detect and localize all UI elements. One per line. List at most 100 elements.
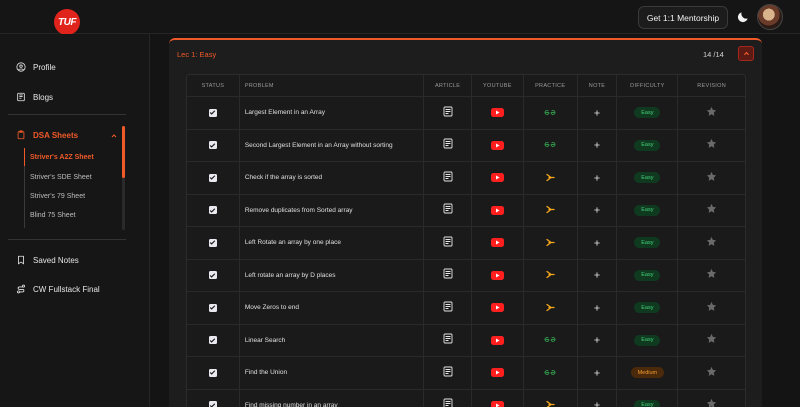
status-checkbox[interactable]	[208, 303, 217, 312]
codestudio-icon[interactable]	[543, 201, 557, 219]
sidebar-item-79-sheet[interactable]: Striver's 79 Sheet	[30, 193, 85, 200]
gfg-icon[interactable]	[543, 364, 557, 382]
add-note-icon[interactable]	[593, 396, 601, 407]
problem-name[interactable]: Move Zeros to end	[245, 304, 299, 311]
star-icon[interactable]	[706, 104, 717, 122]
article-icon[interactable]	[443, 396, 453, 407]
header-note: NOTE	[578, 75, 618, 96]
codestudio-icon[interactable]	[543, 396, 557, 407]
problem-name[interactable]: Linear Search	[245, 337, 285, 344]
star-icon[interactable]	[706, 169, 717, 187]
sidebar-item-blogs[interactable]: Blogs	[16, 92, 53, 102]
practice-cell	[524, 129, 578, 161]
article-icon[interactable]	[443, 169, 453, 187]
youtube-icon[interactable]	[490, 303, 504, 313]
sidebar-item-profile[interactable]: Profile	[16, 62, 56, 72]
article-cell	[424, 227, 472, 259]
codestudio-icon[interactable]	[543, 266, 557, 284]
status-checkbox[interactable]	[208, 173, 217, 182]
add-note-icon[interactable]	[593, 299, 601, 317]
sidebar-item-a2z-sheet[interactable]: Striver's A2Z Sheet	[30, 154, 94, 161]
practice-cell	[524, 259, 578, 291]
article-icon[interactable]	[443, 331, 453, 349]
add-note-icon[interactable]	[593, 136, 601, 154]
mentorship-button[interactable]: Get 1:1 Mentorship	[638, 6, 728, 29]
youtube-icon[interactable]	[490, 368, 504, 378]
youtube-icon[interactable]	[490, 205, 504, 215]
status-checkbox[interactable]	[208, 368, 217, 377]
star-icon[interactable]	[706, 234, 717, 252]
sidebar-item-blind-75-sheet[interactable]: Blind 75 Sheet	[30, 212, 76, 219]
problem-cell: Left Rotate an array by one place	[240, 227, 425, 259]
status-checkbox[interactable]	[208, 108, 217, 117]
article-icon[interactable]	[443, 136, 453, 154]
add-note-icon[interactable]	[593, 364, 601, 382]
chevron-up-icon[interactable]	[110, 132, 118, 140]
article-icon[interactable]	[443, 299, 453, 317]
difficulty-badge: Easy	[634, 204, 661, 216]
codestudio-icon[interactable]	[543, 234, 557, 252]
table-row: Find the Union Medium	[187, 357, 745, 390]
article-cell	[424, 259, 472, 291]
add-note-icon[interactable]	[593, 169, 601, 187]
status-checkbox[interactable]	[208, 141, 217, 150]
status-checkbox[interactable]	[208, 238, 217, 247]
article-icon[interactable]	[443, 234, 453, 252]
article-icon[interactable]	[443, 104, 453, 122]
status-checkbox[interactable]	[208, 271, 217, 280]
problem-name[interactable]: Second Largest Element in an Array witho…	[245, 142, 393, 149]
status-cell	[187, 292, 240, 324]
status-checkbox[interactable]	[208, 401, 217, 407]
problem-name[interactable]: Largest Element in an Array	[245, 109, 325, 116]
star-icon[interactable]	[706, 201, 717, 219]
problem-name[interactable]: Remove duplicates from Sorted array	[245, 207, 353, 214]
star-icon[interactable]	[706, 364, 717, 382]
problem-cell: Find missing number in an array	[240, 389, 425, 407]
youtube-icon[interactable]	[490, 173, 504, 183]
sidebar-item-sde-sheet[interactable]: Striver's SDE Sheet	[30, 174, 92, 181]
problem-name[interactable]: Find the Union	[245, 369, 287, 376]
star-icon[interactable]	[706, 266, 717, 284]
moon-icon[interactable]	[736, 10, 750, 24]
gfg-icon[interactable]	[543, 136, 557, 154]
status-cell	[187, 357, 240, 389]
youtube-icon[interactable]	[490, 335, 504, 345]
add-note-icon[interactable]	[593, 266, 601, 284]
add-note-icon[interactable]	[593, 104, 601, 122]
star-icon[interactable]	[706, 331, 717, 349]
add-note-icon[interactable]	[593, 234, 601, 252]
lecture-title[interactable]: Lec 1: Easy	[177, 50, 216, 59]
problem-name[interactable]: Check if the array is sorted	[245, 174, 322, 181]
problem-name[interactable]: Left rotate an array by D places	[245, 272, 336, 279]
article-icon[interactable]	[443, 364, 453, 382]
header-practice: PRACTICE	[524, 75, 578, 96]
youtube-icon[interactable]	[490, 400, 504, 407]
collapse-lecture-button[interactable]	[738, 46, 754, 61]
sidebar-item-dsa-sheets[interactable]: DSA Sheets	[16, 130, 78, 140]
tuf-logo[interactable]: TUF	[54, 9, 80, 35]
youtube-icon[interactable]	[490, 108, 504, 118]
add-note-icon[interactable]	[593, 201, 601, 219]
problem-name[interactable]: Left Rotate an array by one place	[245, 239, 341, 246]
gfg-icon[interactable]	[543, 331, 557, 349]
sidebar-item-saved-notes[interactable]: Saved Notes	[16, 255, 79, 265]
star-icon[interactable]	[706, 136, 717, 154]
sidebar-item-cw-fullstack[interactable]: CW Fullstack Final	[16, 284, 100, 294]
add-note-icon[interactable]	[593, 331, 601, 349]
article-icon[interactable]	[443, 266, 453, 284]
status-checkbox[interactable]	[208, 206, 217, 215]
codestudio-icon[interactable]	[543, 169, 557, 187]
youtube-icon[interactable]	[490, 140, 504, 150]
gfg-icon[interactable]	[543, 104, 557, 122]
status-checkbox[interactable]	[208, 336, 217, 345]
star-icon[interactable]	[706, 299, 717, 317]
user-avatar[interactable]	[757, 4, 783, 30]
problem-name[interactable]: Find missing number in an array	[245, 402, 338, 407]
table-body: Largest Element in an Array Easy Second La…	[187, 97, 745, 407]
star-icon[interactable]	[706, 396, 717, 407]
codestudio-icon[interactable]	[543, 299, 557, 317]
article-icon[interactable]	[443, 201, 453, 219]
youtube-icon[interactable]	[490, 238, 504, 248]
youtube-icon[interactable]	[490, 270, 504, 280]
sidebar-scroll-thumb[interactable]	[122, 126, 125, 178]
